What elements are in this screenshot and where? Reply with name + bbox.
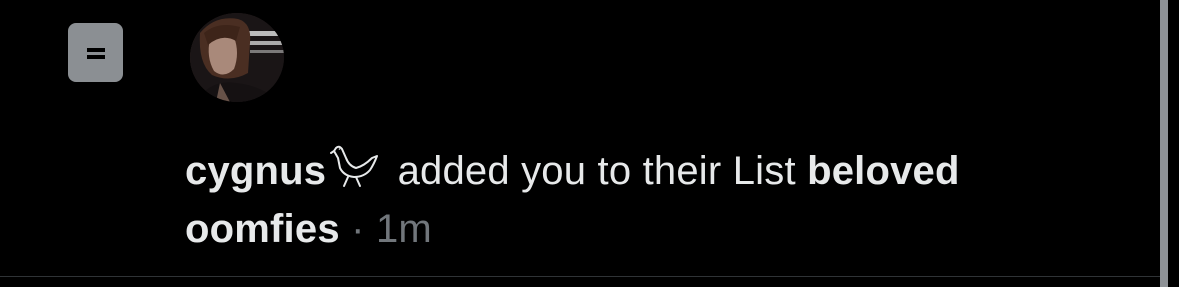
swan-icon — [330, 144, 380, 188]
action-text: added you to their List — [386, 149, 808, 193]
username-link[interactable]: cygnus — [185, 149, 326, 193]
scrollbar[interactable] — [1160, 0, 1168, 287]
notification-text: cygnus added you to their List beloved o… — [185, 142, 1085, 258]
divider — [0, 276, 1160, 277]
avatar[interactable] — [190, 13, 284, 102]
separator-dot: · — [351, 207, 365, 251]
timestamp[interactable]: 1m — [376, 207, 432, 251]
list-icon — [68, 23, 123, 82]
notification-item[interactable]: cygnus added you to their List beloved o… — [0, 0, 1160, 276]
